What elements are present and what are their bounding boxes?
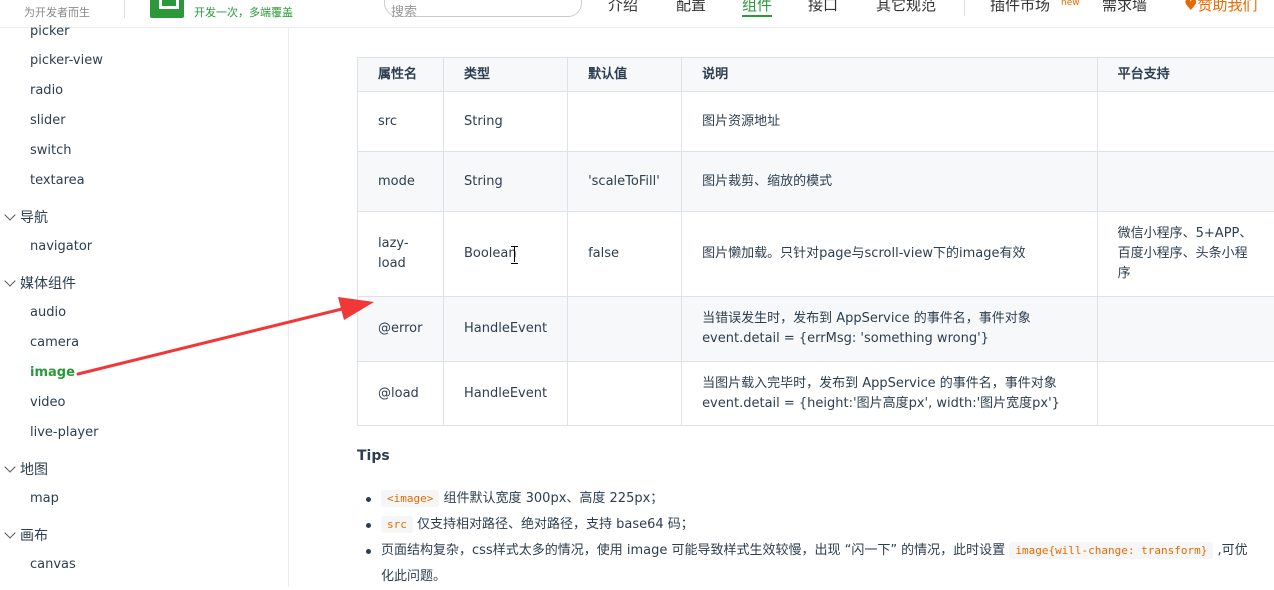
sidebar-group-map[interactable]: 地图 bbox=[6, 459, 48, 479]
inline-code: src bbox=[381, 516, 413, 533]
table-cell: 'scaleToFill' bbox=[568, 152, 682, 212]
inline-code: image{will-change: transform} bbox=[1009, 542, 1213, 559]
chevron-down-icon bbox=[4, 461, 15, 472]
sidebar-item-camera[interactable]: camera bbox=[30, 335, 79, 350]
table-cell: lazy-load bbox=[358, 212, 444, 297]
table-header-cell: 说明 bbox=[682, 58, 1098, 92]
logo-icon[interactable] bbox=[150, 0, 184, 18]
table-cell: 微信小程序、5+APP、百度小程序、头条小程序 bbox=[1097, 212, 1274, 297]
sidebar-item-textarea[interactable]: textarea bbox=[30, 173, 85, 188]
table-row: @load HandleEvent 当图片载入完毕时，发布到 AppServic… bbox=[358, 362, 1274, 426]
table-cell: 图片懒加载。只针对page与scroll-view下的image有效 bbox=[682, 212, 1098, 297]
table-row: src String 图片资源地址 bbox=[358, 92, 1274, 152]
sidebar-item-radio[interactable]: radio bbox=[30, 83, 63, 98]
table-cell: 图片资源地址 bbox=[682, 92, 1098, 152]
text-cursor-icon bbox=[510, 246, 519, 262]
sidebar-item-slider[interactable]: slider bbox=[30, 113, 66, 128]
sponsor-label: 赞助我们 bbox=[1197, 0, 1257, 14]
table-cell bbox=[1097, 362, 1274, 426]
nav-api[interactable]: 接口 bbox=[808, 0, 838, 15]
table-cell: HandleEvent bbox=[443, 362, 567, 426]
list-item: <image> 组件默认宽度 300px、高度 225px； bbox=[357, 486, 1257, 512]
chevron-down-icon bbox=[4, 527, 15, 538]
table-row: @error HandleEvent 当错误发生时，发布到 AppService… bbox=[358, 297, 1274, 362]
sidebar: picker picker-view radio slider switch t… bbox=[0, 28, 289, 587]
table-cell bbox=[1097, 92, 1274, 152]
table-cell bbox=[1097, 297, 1274, 362]
table-cell: false bbox=[568, 212, 682, 297]
attributes-table: 属性名 类型 默认值 说明 平台支持 src String 图片资源地址 mod… bbox=[357, 57, 1274, 426]
list-item: src 仅支持相对路径、绝对路径，支持 base64 码； bbox=[357, 512, 1257, 538]
nav-requests[interactable]: 需求墙 bbox=[1102, 0, 1147, 15]
nav-intro[interactable]: 介绍 bbox=[608, 0, 638, 15]
table-row: mode String 'scaleToFill' 图片裁剪、缩放的模式 bbox=[358, 152, 1274, 212]
table-cell bbox=[568, 362, 682, 426]
table-cell: @error bbox=[358, 297, 444, 362]
table-cell: HandleEvent bbox=[443, 297, 567, 362]
sidebar-item-canvas[interactable]: canvas bbox=[30, 557, 76, 572]
table-cell: 当图片载入完毕时，发布到 AppService 的事件名，事件对象event.d… bbox=[682, 362, 1098, 426]
heart-icon: ♥ bbox=[1184, 0, 1197, 14]
table-header-row: 属性名 类型 默认值 说明 平台支持 bbox=[358, 58, 1274, 92]
sidebar-group-label: 画布 bbox=[20, 528, 48, 544]
header-divider bbox=[124, 0, 125, 18]
sponsor-link[interactable]: ♥赞助我们 bbox=[1184, 0, 1257, 15]
table-cell: 图片裁剪、缩放的模式 bbox=[682, 152, 1098, 212]
sidebar-group-canvas[interactable]: 画布 bbox=[6, 525, 48, 545]
sidebar-group-label: 地图 bbox=[20, 462, 48, 478]
tip-text: 仅支持相对路径、绝对路径，支持 base64 码； bbox=[417, 517, 694, 532]
table-header-cell: 属性名 bbox=[358, 58, 444, 92]
table-header-cell: 平台支持 bbox=[1097, 58, 1274, 92]
search-input[interactable]: 搜索 bbox=[384, 0, 582, 17]
table-row: lazy-load Boolean false 图片懒加载。只针对page与sc… bbox=[358, 212, 1274, 297]
sidebar-item-audio[interactable]: audio bbox=[30, 305, 66, 320]
nav-components[interactable]: 组件 bbox=[742, 0, 772, 17]
tips-list: <image> 组件默认宽度 300px、高度 225px； src 仅支持相对… bbox=[357, 486, 1257, 590]
table-cell: String bbox=[443, 92, 567, 152]
sidebar-group-label: 媒体组件 bbox=[20, 276, 76, 292]
chevron-down-icon bbox=[4, 209, 15, 220]
logo-tagline: 开发一次，多端覆盖 bbox=[194, 4, 293, 20]
sidebar-item-video[interactable]: video bbox=[30, 395, 66, 410]
table-cell: @load bbox=[358, 362, 444, 426]
top-header: 为开发者而生 开发一次，多端覆盖 搜索 介绍 配置 组件 接口 其它规范 插件市… bbox=[0, 0, 1274, 28]
table-header-cell: 默认值 bbox=[568, 58, 682, 92]
table-cell: String bbox=[443, 152, 567, 212]
nav-divider bbox=[964, 0, 965, 16]
table-cell: mode bbox=[358, 152, 444, 212]
nav-config[interactable]: 配置 bbox=[676, 0, 706, 15]
sidebar-group-navigation[interactable]: 导航 bbox=[6, 207, 48, 227]
table-cell: src bbox=[358, 92, 444, 152]
slogan: 为开发者而生 bbox=[24, 4, 90, 20]
table-header-cell: 类型 bbox=[443, 58, 567, 92]
sidebar-item-picker-view[interactable]: picker-view bbox=[30, 53, 103, 68]
table-cell bbox=[1097, 152, 1274, 212]
tips-heading: Tips bbox=[357, 448, 390, 464]
nav-specs[interactable]: 其它规范 bbox=[876, 0, 936, 15]
sidebar-item-image[interactable]: image bbox=[30, 365, 75, 380]
sidebar-item-map[interactable]: map bbox=[30, 491, 59, 506]
sidebar-item-navigator[interactable]: navigator bbox=[30, 239, 92, 254]
sidebar-item-live-player[interactable]: live-player bbox=[30, 425, 98, 440]
sidebar-item-switch[interactable]: switch bbox=[30, 143, 72, 158]
tip-text: 组件默认宽度 300px、高度 225px； bbox=[444, 491, 664, 506]
new-badge: new bbox=[1061, 0, 1080, 8]
inline-code: <image> bbox=[381, 490, 439, 507]
table-cell bbox=[568, 92, 682, 152]
tip-text: 页面结构复杂，css样式太多的情况，使用 image 可能导致样式生效较慢，出现… bbox=[381, 543, 1009, 558]
table-cell: Boolean bbox=[443, 212, 567, 297]
chevron-down-icon bbox=[4, 275, 15, 286]
nav-plugin-market[interactable]: 插件市场 bbox=[990, 0, 1050, 15]
list-item: 页面结构复杂，css样式太多的情况，使用 image 可能导致样式生效较慢，出现… bbox=[357, 538, 1257, 590]
sidebar-item-picker[interactable]: picker bbox=[30, 24, 69, 39]
sidebar-group-media[interactable]: 媒体组件 bbox=[6, 273, 76, 293]
table-cell bbox=[568, 297, 682, 362]
sidebar-group-label: 导航 bbox=[20, 210, 48, 226]
table-cell: 当错误发生时，发布到 AppService 的事件名，事件对象event.det… bbox=[682, 297, 1098, 362]
main-content: 属性名 类型 默认值 说明 平台支持 src String 图片资源地址 mod… bbox=[290, 28, 1274, 587]
